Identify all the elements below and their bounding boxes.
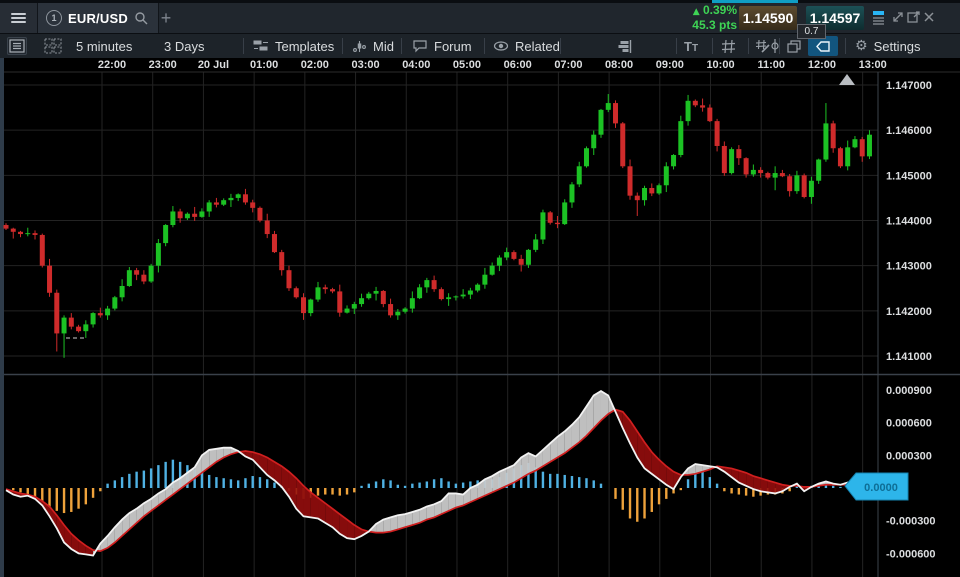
price-tag-toggle-active[interactable] bbox=[808, 36, 838, 56]
time-axis-label: 13:00 bbox=[859, 59, 887, 71]
crosshair-stem-icon bbox=[768, 38, 782, 54]
forum-button[interactable]: Forum bbox=[412, 34, 472, 58]
time-axis-label: 04:00 bbox=[402, 59, 430, 71]
journal-button[interactable] bbox=[7, 34, 27, 58]
layout-grid-button[interactable] bbox=[44, 34, 62, 58]
indicator-axis-label: -0.000600 bbox=[886, 548, 936, 560]
indicator-axis-label: -0.000300 bbox=[886, 516, 936, 528]
text-TT-icon: TT bbox=[684, 39, 698, 54]
price-axis-label: 1.145000 bbox=[886, 170, 932, 182]
price-axis-label: 1.144000 bbox=[886, 216, 932, 228]
scroll-to-latest-arrow[interactable] bbox=[839, 74, 855, 85]
forum-label: Forum bbox=[434, 39, 472, 54]
layers-icon bbox=[786, 39, 802, 54]
related-label: Related bbox=[515, 39, 560, 54]
templates-button[interactable]: Templates bbox=[253, 34, 334, 58]
timeframe-button[interactable]: 5 minutes bbox=[76, 34, 132, 58]
price-axis-label: 1.146000 bbox=[886, 125, 932, 137]
symbol-tab[interactable]: 1 EUR/USD bbox=[38, 3, 159, 33]
main-menu-button[interactable] bbox=[0, 3, 38, 33]
close-icon[interactable] bbox=[921, 9, 937, 25]
popout-window-icon[interactable] bbox=[906, 9, 922, 25]
volume-profile-icon bbox=[617, 39, 633, 54]
text-annotation-button[interactable]: TT bbox=[684, 34, 698, 58]
candlestick-and-indicator-chart[interactable]: 22:00 23:00 20 Jul 01:00 02:00 03:00 04:00 05:0… bbox=[0, 58, 960, 577]
time-axis-label: 12:00 bbox=[808, 59, 836, 71]
spread-value: 0.7 bbox=[797, 24, 826, 39]
time-axis-label: 03:00 bbox=[351, 59, 379, 71]
time-axis-label: 08:00 bbox=[605, 59, 633, 71]
time-axis-label: 05:00 bbox=[453, 59, 481, 71]
hamburger-icon bbox=[11, 11, 26, 25]
time-axis-label: 11:00 bbox=[757, 59, 785, 71]
price-axis-label: 1.141000 bbox=[886, 351, 932, 363]
templates-label: Templates bbox=[275, 39, 334, 54]
time-axis-label: 06:00 bbox=[504, 59, 532, 71]
bid-price-button[interactable]: 1.14590 bbox=[739, 6, 797, 30]
layout-grid-icon bbox=[44, 38, 62, 54]
settings-button[interactable]: ⚙ Settings bbox=[855, 34, 921, 58]
search-icon[interactable] bbox=[134, 11, 148, 25]
header-bar: 1 EUR/USD + ▲ 0.39% 45.3 pts 1.14590 1.1… bbox=[0, 0, 960, 34]
time-axis-label: 02:00 bbox=[301, 59, 329, 71]
tab-number-icon: 1 bbox=[46, 10, 62, 26]
crosshair-button[interactable] bbox=[768, 34, 782, 58]
change-display: ▲ 0.39% 45.3 pts bbox=[618, 4, 737, 32]
time-axis-label: 09:00 bbox=[656, 59, 684, 71]
new-tab-button[interactable]: + bbox=[152, 3, 180, 33]
sliders-icon bbox=[253, 39, 269, 53]
price-axis-label: 1.147000 bbox=[886, 80, 932, 92]
gear-icon: ⚙ bbox=[855, 38, 868, 54]
up-triangle-icon: ▲ bbox=[693, 7, 700, 17]
mid-label: Mid bbox=[373, 39, 394, 54]
dom-panel-icon[interactable] bbox=[872, 9, 888, 25]
range-button[interactable]: 3 Days bbox=[164, 34, 204, 58]
journal-list-icon bbox=[7, 37, 27, 55]
mid-price-button[interactable]: Mid bbox=[352, 34, 394, 58]
teal-accent-strip bbox=[712, 0, 798, 3]
price-axis-label: 1.142000 bbox=[886, 306, 932, 318]
time-axis-label: 10:00 bbox=[706, 59, 734, 71]
mid-chart-icon bbox=[352, 39, 367, 54]
change-percent: 0.39% bbox=[703, 3, 737, 17]
grid-hash-icon bbox=[721, 39, 736, 54]
price-tag-icon bbox=[815, 40, 831, 53]
related-button[interactable]: Related bbox=[493, 34, 560, 58]
indicator-axis-label: 0.000300 bbox=[886, 450, 932, 462]
volume-profile-button[interactable] bbox=[617, 34, 633, 58]
indicator-value-tag-text: 0.0000 bbox=[864, 482, 898, 494]
window-top-strip bbox=[0, 0, 960, 3]
change-points: 45.3 pts bbox=[618, 19, 737, 32]
settings-label: Settings bbox=[874, 39, 921, 54]
time-axis-label: 07:00 bbox=[554, 59, 582, 71]
indicator-axis-label: 0.000900 bbox=[886, 385, 932, 397]
time-axis-label: 01:00 bbox=[250, 59, 278, 71]
indicator-axis-label: 0.000600 bbox=[886, 418, 932, 430]
grid-toggle-button[interactable] bbox=[721, 34, 736, 58]
expand-icon[interactable] bbox=[890, 9, 906, 25]
eye-icon bbox=[493, 40, 509, 52]
symbol-name: EUR/USD bbox=[68, 11, 128, 26]
forum-bubble-icon bbox=[412, 39, 428, 53]
price-axis-label: 1.143000 bbox=[886, 261, 932, 273]
time-axis-label: 20 Jul bbox=[198, 59, 229, 71]
time-axis-label: 22:00 bbox=[98, 59, 126, 71]
trading-platform-window: 1 EUR/USD + ▲ 0.39% 45.3 pts 1.14590 1.1… bbox=[0, 0, 960, 577]
time-axis-label: 23:00 bbox=[149, 59, 177, 71]
chart-left-edge-strip bbox=[0, 58, 4, 577]
